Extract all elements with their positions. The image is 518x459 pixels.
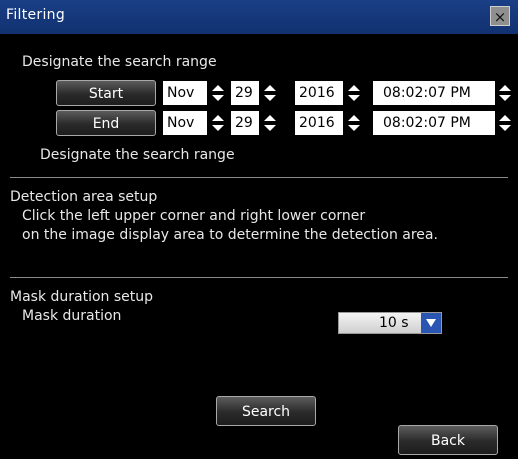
start-button[interactable]: Start xyxy=(56,80,156,106)
end-year-field[interactable]: 2016 xyxy=(295,111,343,135)
chevron-down-icon[interactable] xyxy=(421,313,441,333)
mask-duration-label: Mask duration xyxy=(22,308,122,324)
end-time-spin-icon[interactable] xyxy=(495,111,515,135)
search-button[interactable]: Search xyxy=(216,396,316,426)
end-day-field[interactable]: 29 xyxy=(231,111,259,135)
back-button[interactable]: Back xyxy=(398,425,498,455)
start-year-spin-icon[interactable] xyxy=(343,81,365,105)
search-range-heading: Designate the search range xyxy=(22,54,217,70)
close-icon: × xyxy=(493,8,507,26)
start-day-spin-icon[interactable] xyxy=(259,81,281,105)
detection-instruction-line2: on the image display area to determine t… xyxy=(22,227,438,243)
filter-panel: Designate the search range Start Nov 29 … xyxy=(0,34,518,459)
end-button[interactable]: End xyxy=(56,110,156,136)
mask-duration-select[interactable]: 10 s xyxy=(338,312,442,334)
end-time-field[interactable]: 08:02:07 PM xyxy=(373,111,495,135)
start-time-field[interactable]: 08:02:07 PM xyxy=(373,81,495,105)
mask-heading: Mask duration setup xyxy=(10,289,154,305)
end-month-field[interactable]: Nov xyxy=(163,111,207,135)
end-year-spin-icon[interactable] xyxy=(343,111,365,135)
title-bar: Filtering × xyxy=(0,0,518,35)
start-year-field[interactable]: 2016 xyxy=(295,81,343,105)
detection-instruction-line1: Click the left upper corner and right lo… xyxy=(22,208,366,224)
start-month-spin-icon[interactable] xyxy=(207,81,229,105)
detection-heading: Detection area setup xyxy=(10,189,158,205)
start-month-field[interactable]: Nov xyxy=(163,81,207,105)
start-time-spin-icon[interactable] xyxy=(495,81,515,105)
search-range-note: Designate the search range xyxy=(40,147,235,163)
end-month-spin-icon[interactable] xyxy=(207,111,229,135)
divider xyxy=(10,177,508,178)
close-button[interactable]: × xyxy=(490,6,510,26)
divider xyxy=(10,277,508,278)
end-day-spin-icon[interactable] xyxy=(259,111,281,135)
start-day-field[interactable]: 29 xyxy=(231,81,259,105)
window-title: Filtering xyxy=(6,7,66,23)
mask-duration-value: 10 s xyxy=(379,315,409,331)
